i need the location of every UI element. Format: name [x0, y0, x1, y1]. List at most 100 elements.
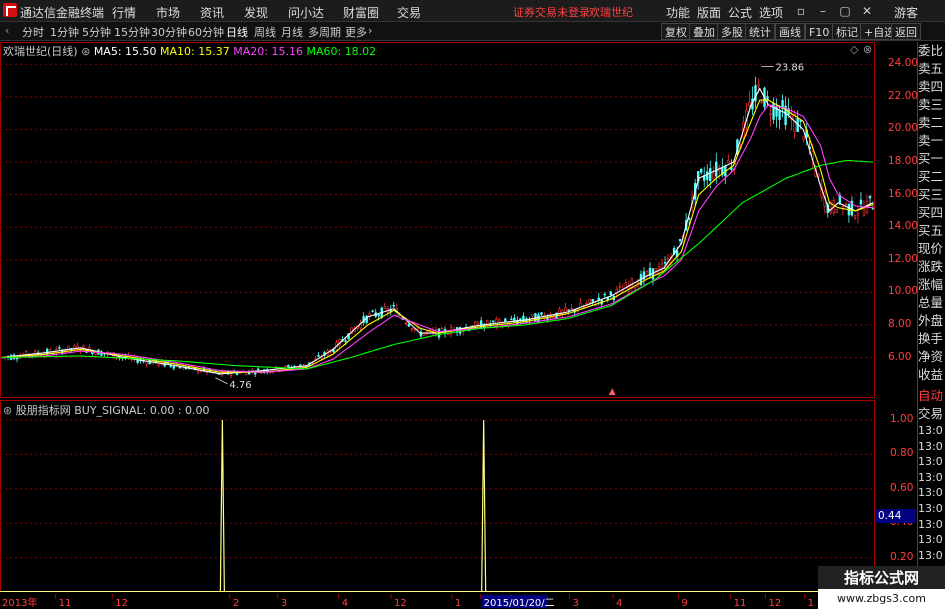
- y-tick-label: 18.00: [888, 155, 919, 168]
- quote-row-label[interactable]: 现价: [918, 240, 945, 258]
- candle-body: [868, 195, 872, 199]
- kline-chart[interactable]: 23.86 4.76 ▲: [0, 42, 875, 398]
- tab-daily[interactable]: 日线: [226, 24, 248, 40]
- y-tick-label: 16.00: [888, 187, 919, 200]
- candle-body: [256, 368, 260, 371]
- price-annotation: 4.76: [229, 380, 251, 391]
- x-tick-label: 2: [233, 598, 239, 609]
- quote-row-label[interactable]: 买二: [918, 168, 945, 186]
- multi-stock-button[interactable]: 多股: [717, 23, 747, 40]
- candle-body: [712, 173, 715, 180]
- tab-intraday[interactable]: 分时: [22, 24, 44, 40]
- toolbar-collapse-icon[interactable]: ‹: [5, 24, 9, 37]
- quote-row-label[interactable]: 外盘: [918, 312, 945, 330]
- candle-body: [425, 331, 429, 333]
- tick-time: 13:0: [918, 424, 943, 437]
- quote-row-label[interactable]: 涨幅: [918, 276, 945, 294]
- tab-5min[interactable]: 5分钟: [82, 24, 111, 40]
- menu-discover[interactable]: 发现: [244, 4, 268, 21]
- adjust-button[interactable]: 复权: [661, 23, 691, 40]
- quote-row-label[interactable]: 换手: [918, 330, 945, 348]
- watermark-url: www.zbgs3.com: [818, 589, 945, 609]
- quote-row-label[interactable]: 卖五: [918, 60, 945, 78]
- quote-row-label[interactable]: 收益: [918, 366, 945, 384]
- quote-row-label[interactable]: 卖四: [918, 78, 945, 96]
- app-logo-icon: [3, 3, 17, 17]
- quote-row-label[interactable]: 涨跌: [918, 258, 945, 276]
- tick-time: 13:0: [918, 501, 943, 515]
- candle-body: [817, 173, 820, 177]
- tab-30min[interactable]: 30分钟: [151, 24, 187, 40]
- lock-icon[interactable]: ▫: [793, 3, 809, 19]
- candle-body: [504, 318, 507, 322]
- guest-label[interactable]: 游客: [894, 4, 918, 21]
- overlay-button[interactable]: 叠加: [689, 23, 719, 40]
- tab-weekly[interactable]: 周线: [254, 24, 276, 40]
- candle-body: [371, 310, 374, 312]
- menu-xiaoda[interactable]: 问小达: [288, 4, 324, 21]
- stats-button[interactable]: 统计: [745, 23, 775, 40]
- candle-body: [645, 271, 649, 276]
- candle-body: [609, 291, 612, 296]
- candle-body: [344, 340, 347, 342]
- candle-body: [82, 345, 85, 348]
- tick-time: 13:0: [918, 486, 943, 500]
- y-tick-label: 20.00: [888, 122, 919, 135]
- candle-body: [766, 96, 769, 100]
- x-tick-label: 2015/01/20/二: [484, 598, 555, 609]
- f10-button[interactable]: F10: [805, 23, 834, 40]
- tab-1min[interactable]: 1分钟: [50, 24, 79, 40]
- minimize-icon[interactable]: –: [815, 3, 831, 19]
- candle-body: [552, 316, 555, 319]
- quote-row-label[interactable]: 买四: [918, 204, 945, 222]
- main-y-axis: 24.00 22.00 20.00 18.00 16.00 14.00 12.00 10.00…: [876, 42, 919, 398]
- x-tick-label: 12: [394, 598, 407, 609]
- quote-row-label[interactable]: 卖二: [918, 114, 945, 132]
- trade-login-warning[interactable]: 证券交易未登录: [513, 4, 590, 20]
- y-tick-label: 0.60: [890, 481, 914, 494]
- candle-body: [871, 208, 875, 210]
- menu-market[interactable]: 市场: [156, 4, 180, 21]
- quote-row-label[interactable]: 卖三: [918, 96, 945, 114]
- close-icon[interactable]: ✕: [859, 3, 875, 19]
- menu-options[interactable]: 选项: [759, 4, 783, 21]
- menu-quotes[interactable]: 行情: [112, 4, 136, 21]
- more-chevron-icon[interactable]: ›: [368, 24, 372, 37]
- auto-trade-label[interactable]: 自动: [918, 387, 945, 405]
- menu-formula[interactable]: 公式: [728, 4, 752, 21]
- x-tick-label: 11: [734, 598, 747, 609]
- tab-15min[interactable]: 15分钟: [114, 24, 150, 40]
- quote-row-label[interactable]: 卖一: [918, 132, 945, 150]
- y-tick-label: 8.00: [888, 317, 912, 330]
- candle-body: [700, 168, 703, 173]
- candle-body: [591, 298, 594, 302]
- back-button[interactable]: 返回: [891, 23, 921, 40]
- candle-body: [178, 366, 182, 369]
- draw-line-button[interactable]: 画线: [775, 23, 805, 40]
- quote-row-label[interactable]: 总量: [918, 294, 945, 312]
- event-marker-icon[interactable]: ▲: [609, 387, 616, 397]
- tab-60min[interactable]: 60分钟: [188, 24, 224, 40]
- menu-wealth[interactable]: 财富圈: [343, 4, 379, 21]
- menu-layout[interactable]: 版面: [697, 4, 721, 21]
- menu-trade[interactable]: 交易: [397, 4, 421, 21]
- quote-row-label[interactable]: 买三: [918, 186, 945, 204]
- quote-row-label[interactable]: 委比: [918, 42, 945, 60]
- tab-more[interactable]: 更多: [345, 24, 367, 40]
- maximize-icon[interactable]: ▢: [837, 3, 853, 19]
- tab-monthly[interactable]: 月线: [281, 24, 303, 40]
- candle-body: [588, 298, 591, 303]
- buy-signal-spike: [481, 419, 487, 592]
- x-tick-label: 9: [681, 598, 687, 609]
- tab-multi-period[interactable]: 多周期: [308, 24, 341, 40]
- quote-row-label[interactable]: 买五: [918, 222, 945, 240]
- menu-function[interactable]: 功能: [666, 4, 690, 21]
- y-tick-label: 12.00: [888, 252, 919, 265]
- buy-signal-chart[interactable]: [0, 400, 875, 592]
- mark-button[interactable]: 标记: [832, 23, 862, 40]
- quote-row-label[interactable]: 买一: [918, 150, 945, 168]
- menu-news[interactable]: 资讯: [200, 4, 224, 21]
- quote-row-label[interactable]: 净资: [918, 348, 945, 366]
- candle-body: [440, 327, 444, 330]
- trade-label[interactable]: 交易: [918, 405, 945, 423]
